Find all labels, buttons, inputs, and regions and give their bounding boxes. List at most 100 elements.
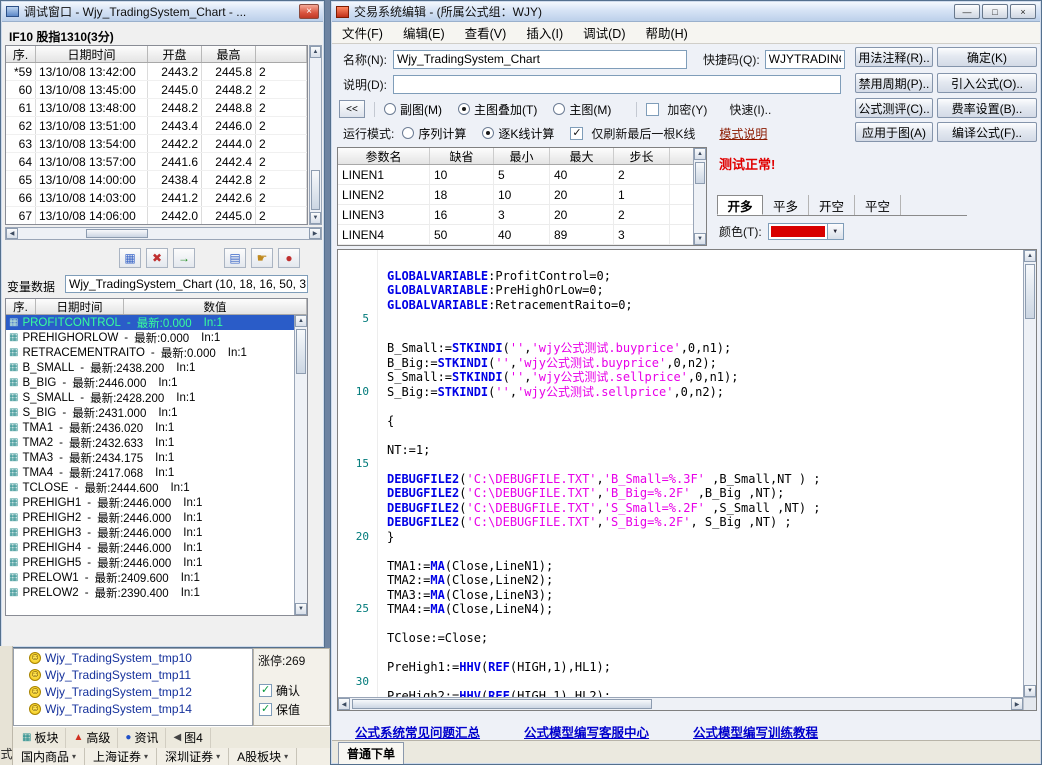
param-column-header[interactable]: 最大 xyxy=(550,148,614,164)
editor-vscrollbar[interactable] xyxy=(1023,250,1036,697)
bottom-tab[interactable]: ●资讯 xyxy=(118,728,166,748)
help-link[interactable]: 公式模型编写训练教程 xyxy=(693,722,818,741)
chart-type-option[interactable]: 主图(M) xyxy=(553,101,611,118)
usage-note-button[interactable]: 用法注释(R).. xyxy=(855,47,933,67)
tree-item[interactable]: Wjy_TradingSystem_tmp14 xyxy=(14,700,252,717)
editor-window-titlebar[interactable]: 交易系统编辑 - (所属公式组：WJY) —□× xyxy=(332,2,1040,22)
formula-side-tab[interactable]: 式 xyxy=(0,745,13,762)
help-link[interactable]: 公式模型编写客服中心 xyxy=(524,722,649,741)
param-row[interactable]: LINEN3163202 xyxy=(338,205,706,225)
price-row[interactable]: 6513/10/08 14:00:002438.42442.82 xyxy=(6,171,307,189)
desc-input[interactable] xyxy=(393,75,841,94)
code-editor[interactable]: 51015202530 GLOBALVARIABLE:ProfitControl… xyxy=(337,249,1037,711)
bottom-tab[interactable]: ▦板块 xyxy=(15,728,66,748)
variable-row[interactable]: ▦PREHIGH3-最新:2446.000In:1 xyxy=(6,525,294,540)
price-column-header[interactable]: 日期时间 xyxy=(36,46,148,62)
price-row[interactable]: 6613/10/08 14:03:002441.22442.62 xyxy=(6,189,307,207)
price-table-scrollbar[interactable] xyxy=(309,45,322,225)
debug-toolbar-button[interactable]: ▤ xyxy=(224,248,246,268)
close-icon[interactable]: × xyxy=(299,4,319,19)
minimize-button[interactable]: — xyxy=(954,4,980,19)
menu-item[interactable]: 编辑(E) xyxy=(393,22,455,43)
scroll-right-icon[interactable] xyxy=(309,228,321,239)
apply-to-chart-button[interactable]: 应用于图(A) xyxy=(855,122,933,142)
signal-tab[interactable]: 平空 xyxy=(855,195,901,215)
menu-item[interactable]: 帮助(H) xyxy=(635,22,697,43)
menu-item[interactable]: 调试(D) xyxy=(573,22,635,43)
variable-row[interactable]: ▦S_SMALL-最新:2428.200In:1 xyxy=(6,390,294,405)
scroll-up-icon[interactable] xyxy=(1024,250,1036,262)
variable-row[interactable]: ▦PREHIGH2-最新:2446.000In:1 xyxy=(6,510,294,525)
confirm-checkbox-row[interactable]: 确认 xyxy=(259,682,300,699)
maximize-button[interactable]: □ xyxy=(982,4,1008,19)
price-table-hscrollbar[interactable] xyxy=(5,227,322,240)
price-column-header[interactable] xyxy=(256,46,307,62)
variable-row[interactable]: ▦TMA3-最新:2434.175In:1 xyxy=(6,450,294,465)
scroll-down-icon[interactable] xyxy=(295,603,307,615)
chart-type-option[interactable]: 副图(M) xyxy=(384,101,442,118)
param-column-header[interactable]: 缺省 xyxy=(430,148,494,164)
market-tab[interactable]: A股板块 xyxy=(229,748,297,765)
compile-button[interactable]: 编译公式(F).. xyxy=(937,122,1037,142)
quick-button[interactable]: 快速(I).. xyxy=(729,101,771,118)
editor-hscrollbar[interactable] xyxy=(338,697,1023,710)
scroll-up-icon[interactable] xyxy=(295,315,307,327)
confirm-checkbox[interactable] xyxy=(259,684,272,697)
price-row[interactable]: 6113/10/08 13:48:002448.22448.82 xyxy=(6,99,307,117)
price-column-header[interactable]: 开盘 xyxy=(148,46,202,62)
scroll-up-icon[interactable] xyxy=(694,148,706,160)
param-column-header[interactable]: 步长 xyxy=(614,148,670,164)
scrollbar-thumb[interactable] xyxy=(352,699,652,709)
hedge-checkbox-row[interactable]: 保值 xyxy=(259,701,300,718)
scroll-up-icon[interactable] xyxy=(310,46,321,58)
param-scrollbar[interactable] xyxy=(693,148,706,245)
menu-item[interactable]: 查看(V) xyxy=(455,22,517,43)
bottom-tab[interactable]: ▲高级 xyxy=(66,728,118,748)
scroll-down-icon[interactable] xyxy=(310,212,321,224)
runmode-option[interactable]: 序列计算 xyxy=(402,125,466,142)
encrypt-checkbox[interactable] xyxy=(646,103,659,116)
order-tab[interactable]: 普通下单 xyxy=(338,742,404,764)
hedge-checkbox[interactable] xyxy=(259,703,272,716)
ok-button[interactable]: 确定(K) xyxy=(937,47,1037,67)
scroll-left-icon[interactable] xyxy=(338,698,350,710)
market-tab[interactable]: 上海证券 xyxy=(85,748,157,765)
variable-column-header[interactable]: 序. xyxy=(6,299,36,314)
price-row[interactable]: *5913/10/08 13:42:002443.22445.82 xyxy=(6,63,307,81)
variable-row[interactable]: ▦TMA4-最新:2417.068In:1 xyxy=(6,465,294,480)
variable-row[interactable]: ▦RETRACEMENTRAITO-最新:0.000In:1 xyxy=(6,345,294,360)
variable-row[interactable]: ▦PRELOW1-最新:2409.600In:1 xyxy=(6,570,294,585)
scroll-down-icon[interactable] xyxy=(694,233,706,245)
variable-row[interactable]: ▦PREHIGH4-最新:2446.000In:1 xyxy=(6,540,294,555)
param-column-header[interactable]: 最小 xyxy=(494,148,550,164)
variable-row[interactable]: ▦TCLOSE-最新:2444.600In:1 xyxy=(6,480,294,495)
menu-item[interactable]: 插入(I) xyxy=(516,22,573,43)
debug-toolbar-button[interactable]: ▦ xyxy=(119,248,141,268)
param-row[interactable]: LINEN45040893 xyxy=(338,225,706,245)
price-row[interactable]: 6313/10/08 13:54:002442.22444.02 xyxy=(6,135,307,153)
fee-settings-button[interactable]: 费率设置(B).. xyxy=(937,98,1037,118)
chevron-down-icon[interactable] xyxy=(827,224,843,239)
scroll-down-icon[interactable] xyxy=(1024,685,1036,697)
chart-type-option[interactable]: 主图叠加(T) xyxy=(458,101,537,118)
debug-toolbar-button[interactable]: ✖ xyxy=(146,248,168,268)
variable-list-scrollbar[interactable] xyxy=(294,315,307,615)
variable-column-header[interactable]: 日期时间 xyxy=(36,299,124,314)
param-row[interactable]: LINEN1105402 xyxy=(338,165,706,185)
debug-toolbar-button[interactable]: ☛ xyxy=(251,248,273,268)
help-link[interactable]: 公式系统常见问题汇总 xyxy=(355,722,480,741)
refresh-last-checkbox[interactable] xyxy=(570,127,583,140)
scroll-right-icon[interactable] xyxy=(1011,698,1023,710)
scrollbar-thumb[interactable] xyxy=(311,170,320,210)
market-tab[interactable]: 深圳证券 xyxy=(157,748,229,765)
collapse-button[interactable]: << xyxy=(339,100,365,118)
price-row[interactable]: 6713/10/08 14:06:002442.02445.02 xyxy=(6,207,307,225)
variable-row[interactable]: ▦B_SMALL-最新:2438.200In:1 xyxy=(6,360,294,375)
scrollbar-thumb[interactable] xyxy=(296,329,306,374)
scrollbar-thumb[interactable] xyxy=(1025,264,1035,319)
variable-row[interactable]: ▦B_BIG-最新:2446.000In:1 xyxy=(6,375,294,390)
variable-row[interactable]: ▦S_BIG-最新:2431.000In:1 xyxy=(6,405,294,420)
price-row[interactable]: 6413/10/08 13:57:002441.62442.42 xyxy=(6,153,307,171)
price-column-header[interactable]: 序. xyxy=(6,46,36,62)
variable-row[interactable]: ▦PREHIGHORLOW-最新:0.000In:1 xyxy=(6,330,294,345)
